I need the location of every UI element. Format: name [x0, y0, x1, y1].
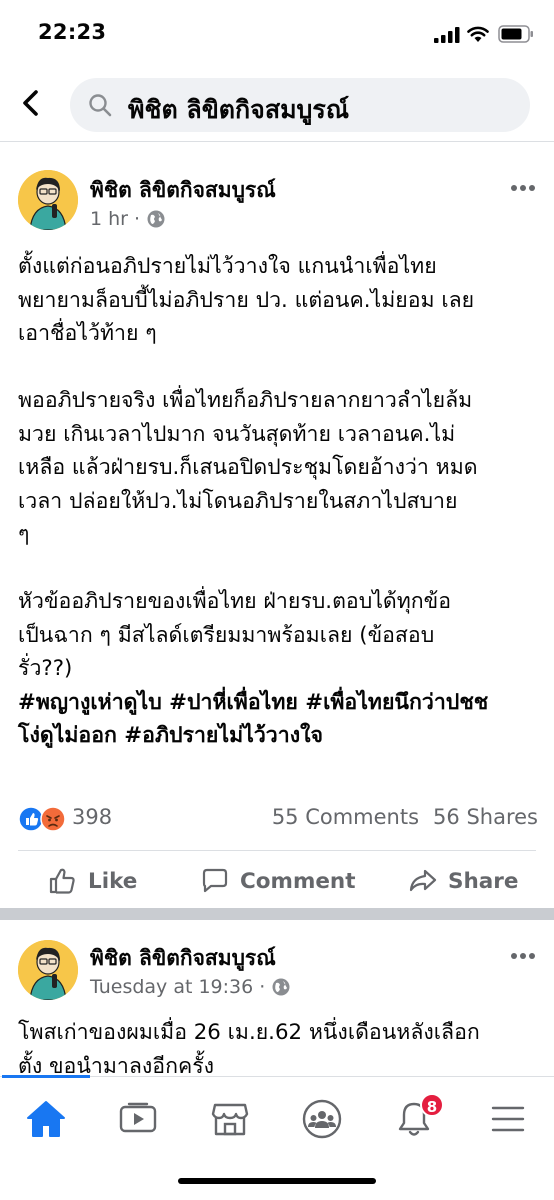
- post-text: โพสเก่าของผมเมื่อ 26 เม.ย.62 หนึ่งเดือนห…: [18, 1020, 480, 1079]
- battery-icon: [498, 25, 533, 43]
- nav-menu[interactable]: [486, 1097, 530, 1141]
- home-icon: [27, 1101, 65, 1137]
- more-options-icon[interactable]: [510, 184, 536, 192]
- post-1: พิชิต ลิขิตกิจสมบูรณ์ 1 hr · ตั้งแต่ก่อน…: [0, 142, 554, 908]
- post-actions: Like Comment Share: [0, 851, 554, 911]
- home-indicator: [178, 1178, 376, 1184]
- share-icon: [409, 869, 437, 892]
- globe-icon: [147, 210, 165, 228]
- post-time[interactable]: Tuesday at 19:36: [90, 976, 253, 998]
- more-options-icon[interactable]: [510, 952, 536, 960]
- meta-separator: ·: [133, 208, 141, 230]
- post-text: ตั้งแต่ก่อนอภิปรายไม่ไว้วางใจ แกนนำเพื่อ…: [18, 254, 478, 681]
- avatar-illustration: [18, 170, 78, 230]
- menu-icon: [491, 1106, 525, 1132]
- post-author[interactable]: พิชิต ลิขิตกิจสมบูรณ์: [90, 942, 276, 975]
- like-button[interactable]: Like: [48, 851, 137, 911]
- like-label: Like: [88, 868, 138, 894]
- back-icon[interactable]: [14, 86, 48, 120]
- reaction-count: 398: [72, 805, 113, 829]
- status-bar: 22:23: [0, 0, 554, 68]
- nav-watch[interactable]: [116, 1097, 160, 1141]
- nav-groups[interactable]: [300, 1097, 344, 1141]
- share-button[interactable]: Share: [408, 851, 518, 911]
- search-input[interactable]: พิชิต ลิขิตกิจสมบูรณ์: [70, 78, 530, 132]
- search-icon: [89, 94, 112, 117]
- nav-marketplace[interactable]: [208, 1097, 252, 1141]
- active-tab-indicator: [2, 1075, 90, 1078]
- wifi-icon: [467, 26, 489, 42]
- post-author[interactable]: พิชิต ลิขิตกิจสมบูรณ์: [90, 174, 276, 207]
- signal-icon: [434, 27, 460, 43]
- globe-icon: [272, 978, 290, 996]
- nav-home[interactable]: [24, 1097, 68, 1141]
- post-body: ตั้งแต่ก่อนอภิปรายไม่ไว้วางใจ แกนนำเพื่อ…: [18, 250, 538, 753]
- notifications-badge: 8: [420, 1093, 444, 1117]
- groups-icon: [302, 1099, 342, 1139]
- reactions-summary[interactable]: 398 55 Comments 56 Shares: [18, 804, 538, 834]
- comment-label: Comment: [240, 868, 356, 894]
- meta-separator: ·: [259, 976, 266, 998]
- status-time: 22:23: [38, 20, 107, 44]
- search-header: พิชิต ลิขิตกิจสมบูรณ์: [0, 68, 554, 142]
- like-icon: [49, 868, 75, 894]
- post-meta: Tuesday at 19:36 ·: [90, 976, 291, 998]
- engagement-counts: 55 Comments 56 Shares: [272, 805, 538, 829]
- shares-count[interactable]: 56 Shares: [433, 805, 538, 829]
- comments-count[interactable]: 55 Comments: [272, 805, 419, 829]
- feed-separator: [0, 908, 554, 920]
- comment-icon: [202, 868, 228, 893]
- avatar[interactable]: [18, 940, 78, 1000]
- comment-button[interactable]: Comment: [200, 851, 356, 911]
- search-query: พิชิต ลิขิตกิจสมบูรณ์: [128, 95, 350, 124]
- watch-icon: [119, 1102, 157, 1133]
- reaction-icons: [18, 806, 66, 832]
- post-time[interactable]: 1 hr: [90, 208, 128, 230]
- post-hashtags[interactable]: #พญางูเห่าดูไบ #ปาหี่เพื่อไทย #เพื่อไทยน…: [18, 690, 488, 749]
- post-2: พิชิต ลิขิตกิจสมบูรณ์ Tuesday at 19:36 ·…: [0, 920, 554, 1079]
- avatar-illustration: [18, 940, 78, 1000]
- marketplace-icon: [211, 1103, 249, 1136]
- post-meta: 1 hr ·: [90, 208, 166, 230]
- avatar[interactable]: [18, 170, 78, 230]
- share-label: Share: [448, 868, 519, 894]
